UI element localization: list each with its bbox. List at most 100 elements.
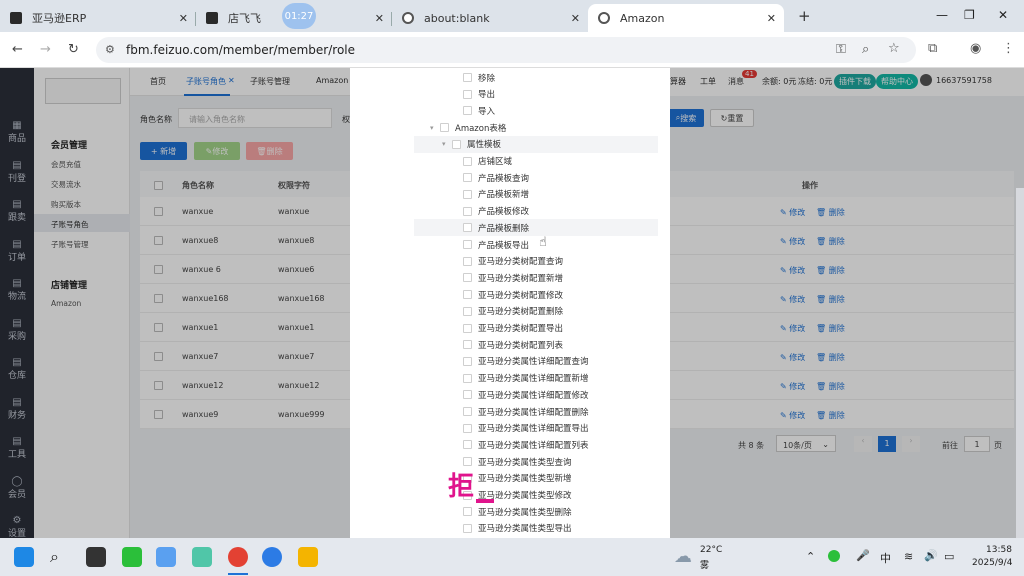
tree-node[interactable]: 产品模板删除 (414, 219, 658, 237)
tree-checkbox[interactable] (463, 457, 472, 467)
expand-arrow-icon[interactable]: ▾ (430, 124, 434, 132)
tree-checkbox[interactable] (463, 206, 472, 216)
tree-node[interactable]: 亚马逊分类树配置修改 (414, 286, 658, 303)
tree-node[interactable]: 亚马逊分类属性详细配置查询 (414, 353, 658, 370)
tree-node[interactable]: 亚马逊分类树配置列表 (414, 336, 658, 353)
restore-icon[interactable]: ❐ (964, 8, 975, 22)
windows-start-icon[interactable] (14, 547, 34, 567)
tree-checkbox[interactable] (463, 173, 472, 183)
close-tab-icon[interactable]: ✕ (767, 12, 776, 25)
tree-checkbox[interactable] (463, 290, 472, 300)
close-tab-icon[interactable]: ✕ (179, 12, 188, 25)
tree-checkbox[interactable] (463, 223, 472, 233)
task-view-icon[interactable] (86, 547, 106, 567)
k-app-icon[interactable] (262, 547, 282, 567)
tree-checkbox[interactable] (440, 123, 449, 133)
profile-icon[interactable]: ◉ (970, 41, 981, 56)
tree-node[interactable]: 亚马逊分类属性详细配置修改 (414, 386, 658, 403)
tree-node[interactable]: ▾ 属性模板 (414, 135, 658, 153)
forward-icon[interactable]: → (40, 42, 51, 57)
tree-checkbox[interactable] (463, 390, 472, 400)
zoom-icon[interactable]: ⌕ (862, 42, 869, 57)
wifi-icon[interactable]: ≋ (904, 550, 913, 563)
minimize-icon[interactable]: — (936, 8, 948, 22)
close-tab-icon[interactable]: ✕ (571, 12, 580, 25)
tree-node[interactable]: 亚马逊分类树配置查询 (414, 253, 658, 270)
browser-tab-active[interactable]: Amazon ✕ (588, 4, 784, 32)
microphone-icon[interactable]: 🎤 (856, 549, 870, 562)
tree-node[interactable]: 产品模板导出 (414, 236, 658, 253)
tree-checkbox[interactable] (463, 356, 472, 366)
tree-checkbox[interactable] (463, 523, 472, 533)
tree-node[interactable]: 亚马逊分类树配置新增 (414, 269, 658, 286)
reload-icon[interactable]: ↻ (68, 42, 79, 57)
tree-checkbox[interactable] (463, 189, 472, 199)
url-field[interactable]: ⚙ fbm.feizuo.com/member/member/role (96, 37, 916, 63)
chrome-icon[interactable] (228, 547, 248, 567)
password-key-icon[interactable]: ⚿ (836, 42, 846, 57)
tree-node-label: 属性模板 (467, 140, 502, 151)
tree-checkbox[interactable] (463, 73, 472, 82)
menu-dots-icon[interactable]: ⋮ (1002, 41, 1015, 56)
back-icon[interactable]: ← (12, 42, 23, 57)
tree-node-label: 产品模板新增 (478, 190, 530, 201)
tree-node[interactable]: 产品模板新增 (414, 186, 658, 203)
browser-tab[interactable]: about:blank ✕ (392, 4, 588, 32)
tree-node[interactable]: 亚马逊分类树配置导出 (414, 320, 658, 337)
cloud-app-icon[interactable] (192, 547, 212, 567)
tree-node[interactable]: 店铺区域 (414, 153, 658, 170)
windows-taskbar: ⌕ ☁ 22°C 雾 ⌃ 🎤 中 ≋ 🔊 ▭ 13:58 2025/9/4 (0, 538, 1024, 576)
tree-node[interactable]: 移除 (414, 69, 658, 86)
hand-cursor-icon: ☝ (539, 235, 547, 250)
tree-node[interactable]: 产品模板修改 (414, 203, 658, 220)
browser-tab[interactable]: 亚马逊ERP ✕ (0, 4, 196, 32)
tree-node[interactable]: 产品模板查询 (414, 169, 658, 186)
tree-checkbox[interactable] (463, 89, 472, 99)
expand-arrow-icon[interactable]: ▾ (442, 140, 446, 148)
volume-icon[interactable]: 🔊 (924, 549, 938, 562)
tree-node[interactable]: 亚马逊分类树配置删除 (414, 303, 658, 320)
tray-app-icon[interactable] (828, 550, 840, 562)
tree-checkbox[interactable] (463, 323, 472, 333)
search-icon[interactable]: ⌕ (50, 547, 70, 567)
tree-node[interactable]: 导出 (414, 86, 658, 103)
page-scrollbar[interactable] (1016, 188, 1024, 548)
tree-node[interactable]: 导入 (414, 102, 658, 119)
tree-checkbox[interactable] (452, 139, 461, 149)
tree-checkbox[interactable] (463, 273, 472, 283)
tree-checkbox[interactable] (463, 373, 472, 383)
tree-node[interactable]: ▾ Amazon表格 (414, 119, 658, 136)
tree-checkbox[interactable] (463, 423, 472, 433)
web-page: ▦ 商品 ▤ 刊登 ▤ 跟卖 ▤ 订单 ▤ 物流 ▤ 采购 ▤ 仓库 ▤ 财务 ▤ 工具 ◯ 会员 ⚙ 设置 会员管理 会… (0, 68, 1024, 548)
tree-checkbox[interactable] (463, 306, 472, 316)
tree-node[interactable]: 亚马逊分类属性类型导出 (414, 520, 658, 537)
tree-node[interactable]: 亚马逊分类属性详细配置导出 (414, 420, 658, 437)
wechat-icon[interactable] (122, 547, 142, 567)
tray-chevron-up-icon[interactable]: ⌃ (806, 550, 815, 563)
tree-checkbox[interactable] (463, 507, 472, 517)
tree-node[interactable]: 亚马逊分类属性类型查询 (414, 453, 658, 470)
new-tab-icon[interactable]: + (798, 7, 811, 25)
tree-checkbox[interactable] (463, 240, 472, 249)
close-window-icon[interactable]: ✕ (998, 8, 1008, 22)
close-tab-icon[interactable]: ✕ (375, 12, 384, 25)
tree-node[interactable]: 亚马逊分类属性详细配置列表 (414, 436, 658, 453)
tree-checkbox[interactable] (463, 156, 472, 166)
input-method-indicator[interactable]: 中 (880, 550, 891, 566)
bookmark-star-icon[interactable]: ☆ (888, 41, 900, 56)
tree-node[interactable]: 亚马逊分类属性详细配置新增 (414, 370, 658, 387)
tree-node-label: 亚马逊分类树配置导出 (478, 324, 564, 334)
tree-checkbox[interactable] (463, 440, 472, 450)
chat-app-icon[interactable] (156, 547, 176, 567)
site-info-icon[interactable]: ⚙ (105, 43, 115, 56)
tree-checkbox[interactable] (463, 106, 472, 116)
tree-node[interactable]: 亚马逊分类属性详细配置删除 (414, 403, 658, 420)
tree-checkbox[interactable] (463, 407, 472, 416)
battery-icon[interactable]: ▭ (944, 550, 954, 563)
tree-checkbox[interactable] (463, 340, 472, 350)
tree-checkbox[interactable] (463, 256, 472, 266)
colorful-app-icon[interactable] (298, 547, 318, 567)
tree-node[interactable]: 亚马逊分类属性类型删除 (414, 503, 658, 520)
tree-node-label: 产品模板删除 (478, 223, 530, 234)
extensions-icon[interactable]: ⧉ (928, 41, 937, 56)
